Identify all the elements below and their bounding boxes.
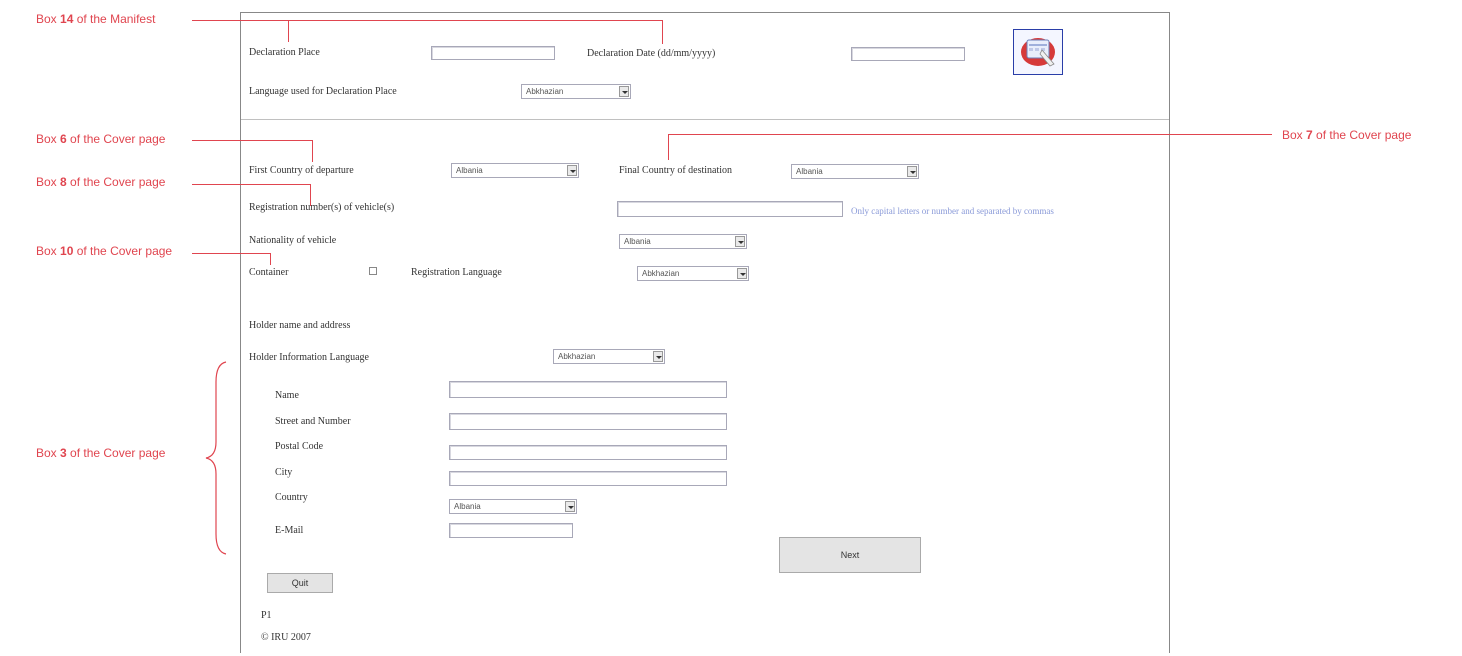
language-select[interactable]: Abkhazian <box>521 84 631 99</box>
annotation-box-6: Box 6 of the Cover page <box>36 132 166 146</box>
city-input[interactable] <box>449 471 727 486</box>
registration-language-label: Registration Language <box>411 267 502 278</box>
holder-section-label: Holder name and address <box>249 320 351 331</box>
annotation-line <box>192 140 312 141</box>
annotation-box-7: Box 7 of the Cover page <box>1282 128 1412 142</box>
declaration-place-input[interactable] <box>431 46 555 60</box>
annotation-box-10: Box 10 of the Cover page <box>36 244 173 258</box>
chevron-down-icon[interactable] <box>653 351 663 362</box>
declaration-date-input[interactable] <box>851 47 965 61</box>
first-country-select[interactable]: Albania <box>451 163 579 178</box>
chevron-down-icon[interactable] <box>737 268 747 279</box>
quit-button[interactable]: Quit <box>267 573 333 593</box>
chevron-down-icon[interactable] <box>565 501 575 512</box>
language-label: Language used for Declaration Place <box>249 86 397 97</box>
chevron-down-icon[interactable] <box>619 86 629 97</box>
section-divider <box>241 119 1169 120</box>
country-select[interactable]: Albania <box>449 499 577 514</box>
declaration-date-label: Declaration Date (dd/mm/yyyy) <box>587 48 716 59</box>
annotation-line <box>312 140 313 162</box>
annotation-line <box>668 134 669 160</box>
annotation-brace <box>205 361 227 555</box>
country-label: Country <box>275 492 308 503</box>
registration-input[interactable] <box>617 201 843 217</box>
annotation-box-8: Box 8 of the Cover page <box>36 175 166 189</box>
nationality-select[interactable]: Albania <box>619 234 747 249</box>
name-label: Name <box>275 390 299 401</box>
street-input[interactable] <box>449 413 727 430</box>
annotation-line <box>192 253 270 254</box>
final-country-select[interactable]: Albania <box>791 164 919 179</box>
copyright: © IRU 2007 <box>261 632 311 643</box>
registration-language-value: Abkhazian <box>642 269 680 278</box>
annotation-line <box>310 184 311 206</box>
calendar-icon[interactable] <box>1013 29 1063 75</box>
next-button[interactable]: Next <box>779 537 921 573</box>
registration-label: Registration number(s) of vehicle(s) <box>249 202 395 213</box>
page-number: P1 <box>261 610 272 621</box>
holder-info-language-select[interactable]: Abkhazian <box>553 349 665 364</box>
container-label: Container <box>249 267 289 278</box>
annotation-line <box>192 184 310 185</box>
chevron-down-icon[interactable] <box>567 165 577 176</box>
first-country-value: Albania <box>456 166 483 175</box>
annotation-line <box>270 253 271 265</box>
annotation-box-14: Box 14 of the Manifest <box>36 12 156 26</box>
postal-code-input[interactable] <box>449 445 727 460</box>
holder-info-language-label: Holder Information Language <box>249 352 369 363</box>
city-label: City <box>275 467 293 478</box>
nationality-label: Nationality of vehicle <box>249 235 337 246</box>
annotation-line <box>668 134 1272 135</box>
language-select-value: Abkhazian <box>526 87 564 96</box>
annotation-box-3: Box 3 of the Cover page <box>36 446 166 460</box>
final-country-value: Albania <box>796 167 823 176</box>
annotation-line <box>662 20 663 44</box>
email-label: E-Mail <box>275 525 304 536</box>
form-panel: Declaration Place Declaration Date (dd/m… <box>240 12 1170 653</box>
registration-hint: Only capital letters or number and separ… <box>851 206 1054 216</box>
registration-language-select[interactable]: Abkhazian <box>637 266 749 281</box>
chevron-down-icon[interactable] <box>735 236 745 247</box>
postal-code-label: Postal Code <box>275 441 324 452</box>
annotation-line <box>192 20 662 21</box>
declaration-place-label: Declaration Place <box>249 47 320 58</box>
chevron-down-icon[interactable] <box>907 166 917 177</box>
name-input[interactable] <box>449 381 727 398</box>
country-value: Albania <box>454 502 481 511</box>
annotation-line <box>288 20 289 42</box>
email-input[interactable] <box>449 523 573 538</box>
street-label: Street and Number <box>275 416 351 427</box>
first-country-label: First Country of departure <box>249 165 354 176</box>
holder-info-language-value: Abkhazian <box>558 352 596 361</box>
final-country-label: Final Country of destination <box>619 165 733 176</box>
container-checkbox[interactable] <box>369 267 377 275</box>
nationality-value: Albania <box>624 237 651 246</box>
